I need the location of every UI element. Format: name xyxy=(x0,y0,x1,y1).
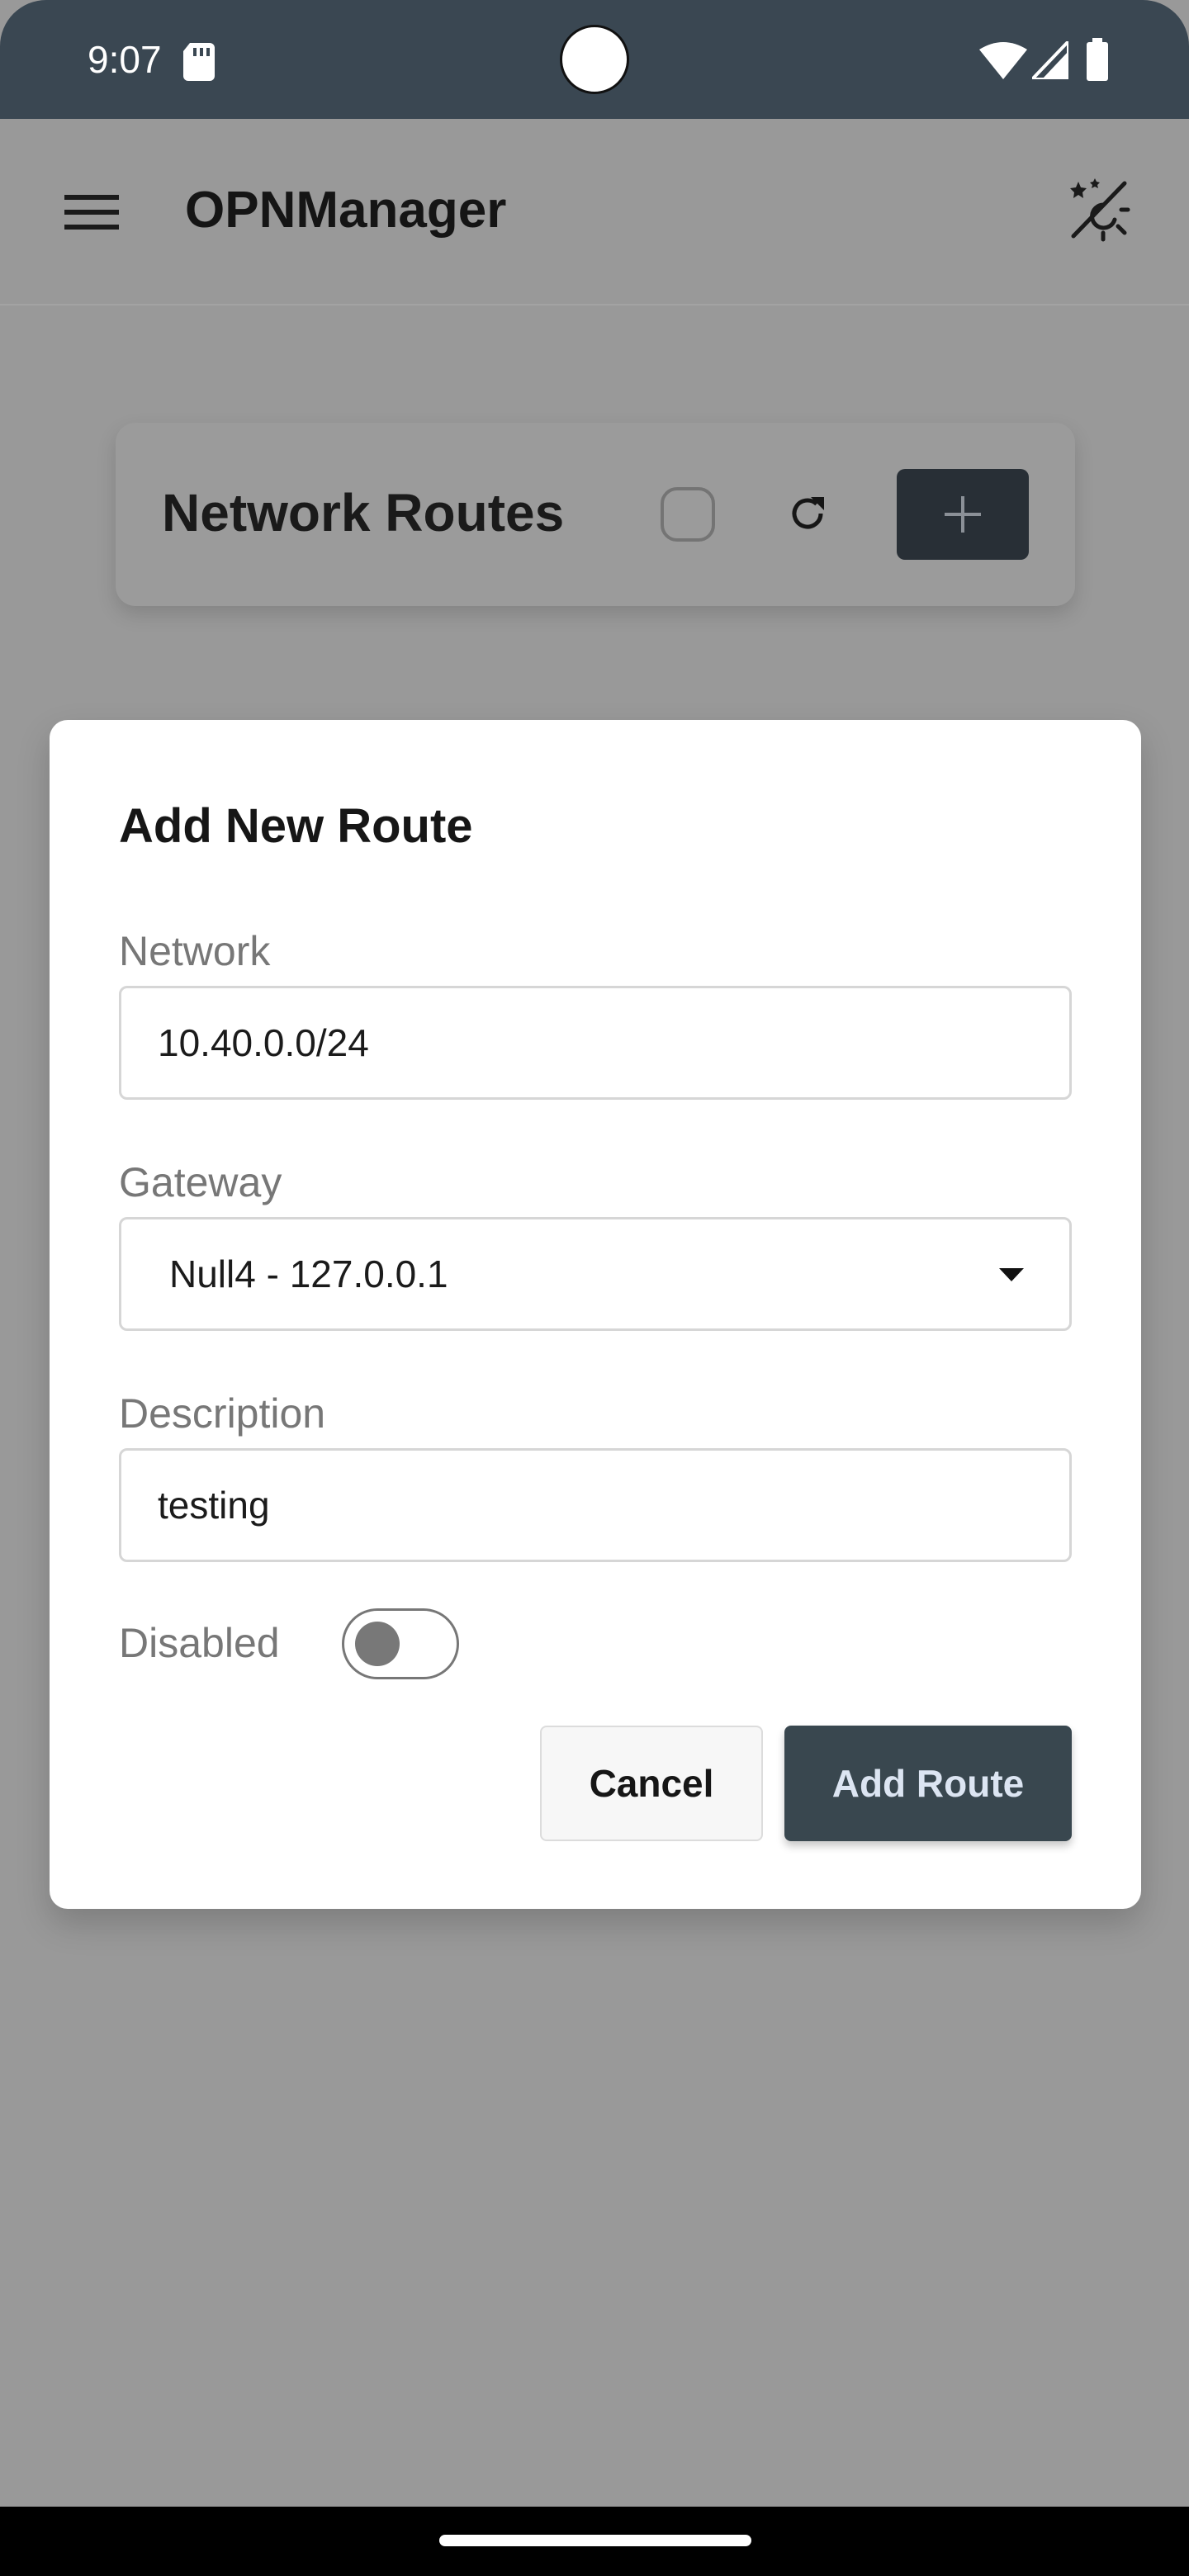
theme-toggle-icon[interactable] xyxy=(1067,177,1131,243)
disabled-label: Disabled xyxy=(119,1620,280,1666)
network-input[interactable]: 10.40.0.0/24 xyxy=(119,986,1072,1100)
gateway-selected-value: Null4 - 127.0.0.1 xyxy=(169,1252,448,1295)
hamburger-menu-icon[interactable] xyxy=(64,193,119,231)
submit-route-button[interactable]: Add Route xyxy=(784,1726,1072,1841)
cancel-button[interactable]: Cancel xyxy=(540,1726,763,1841)
toggle-thumb xyxy=(355,1622,400,1666)
gateway-select[interactable]: Null4 - 127.0.0.1 xyxy=(119,1217,1072,1331)
cell-signal-icon xyxy=(1028,37,1070,81)
camera-cutout xyxy=(560,25,629,94)
status-time: 9:07 xyxy=(88,38,162,81)
app-title: OPNManager xyxy=(185,182,507,239)
network-label: Network xyxy=(119,928,271,974)
plus-icon xyxy=(943,495,983,534)
description-input[interactable]: testing xyxy=(119,1448,1072,1562)
battery-icon xyxy=(1085,38,1110,81)
refresh-icon[interactable] xyxy=(786,492,829,535)
dialog-title: Add New Route xyxy=(119,799,473,853)
select-all-checkbox[interactable] xyxy=(661,487,715,542)
gateway-label: Gateway xyxy=(119,1159,282,1205)
page-title: Network Routes xyxy=(162,483,565,542)
description-label: Description xyxy=(119,1390,326,1437)
home-gesture-handle[interactable] xyxy=(439,2535,751,2546)
wifi-icon xyxy=(979,41,1027,79)
app-bar xyxy=(0,119,1189,305)
sd-card-icon xyxy=(182,41,216,81)
add-route-button[interactable] xyxy=(897,469,1029,560)
chevron-down-icon xyxy=(999,1268,1024,1281)
